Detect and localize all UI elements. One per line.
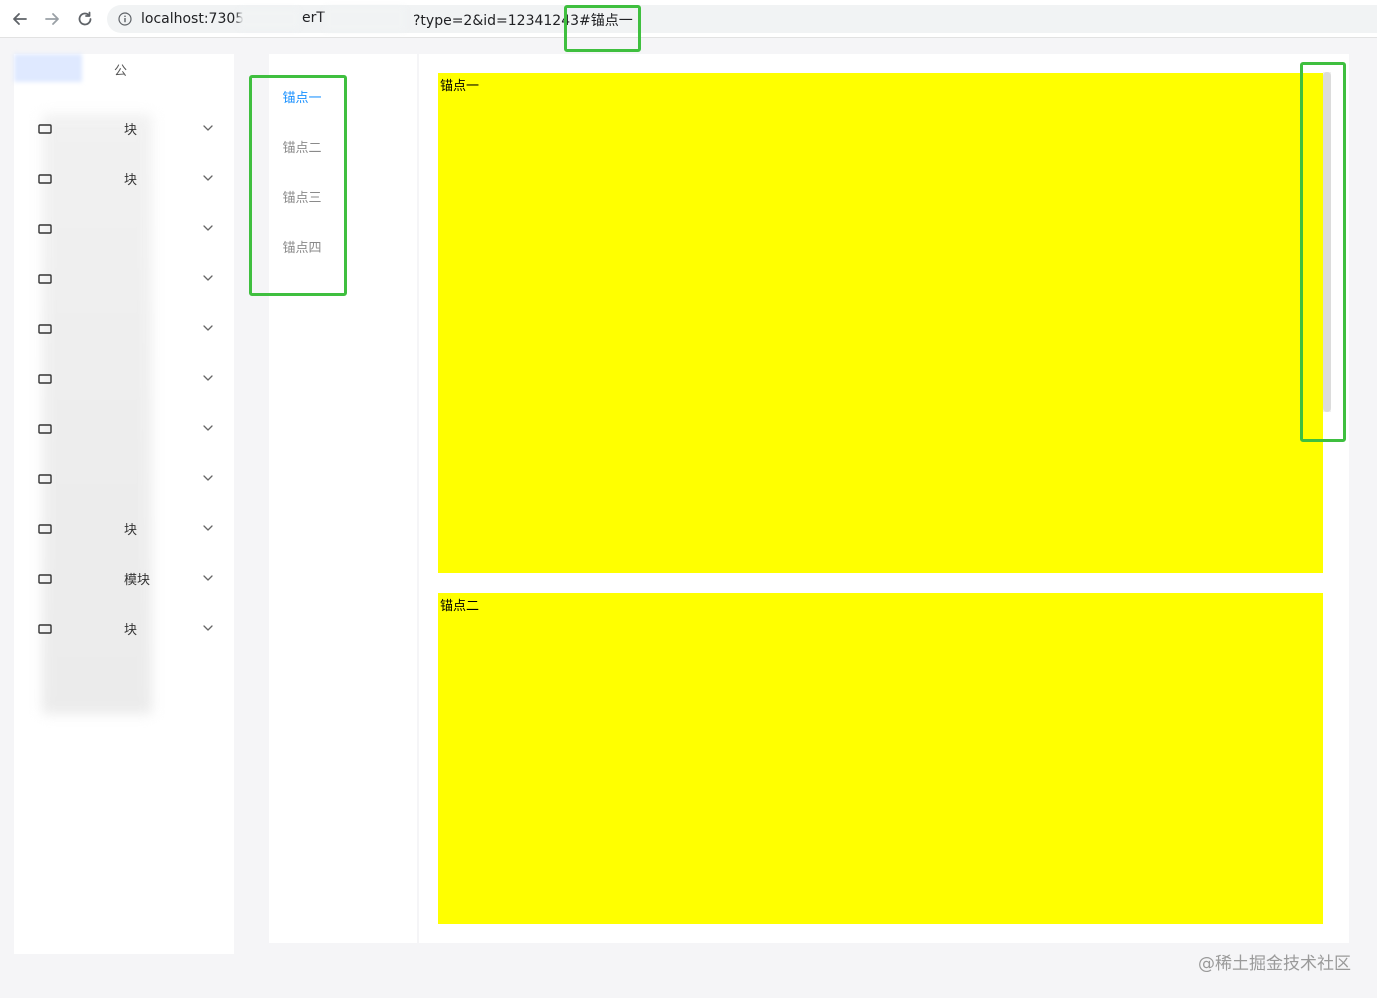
chevron-down-icon: [203, 325, 213, 331]
url-redaction: [325, 7, 405, 31]
chevron-down-icon: [203, 575, 213, 581]
chevron-down-icon: [203, 525, 213, 531]
app-sidebar: 公 块块块模块块: [14, 54, 234, 954]
sidebar-menu-label: 块: [124, 523, 138, 538]
url-host: localhost:7305: [141, 11, 245, 27]
menu-item-icon: [38, 124, 52, 134]
menu-item-icon: [38, 524, 52, 534]
anchor-link-1[interactable]: 锚点一: [269, 89, 335, 109]
url-query-and-hash: ?type=2&id=12341243#锚点一: [413, 10, 633, 30]
menu-item-icon: [38, 274, 52, 284]
url-path-fragment: erT: [302, 10, 325, 26]
menu-item-icon: [38, 574, 52, 584]
sidebar-active-highlight: [14, 54, 82, 82]
menu-item-icon: [38, 224, 52, 234]
sidebar-menu-item[interactable]: [14, 309, 234, 349]
chevron-down-icon: [203, 375, 213, 381]
chevron-down-icon: [203, 625, 213, 631]
watermark: @稀土掘金技术社区: [1198, 954, 1351, 974]
forward-arrow-icon: [45, 13, 59, 25]
sidebar-menu-label: 块: [124, 623, 138, 638]
back-button[interactable]: [8, 7, 32, 31]
sidebar-menu-item[interactable]: 块: [14, 109, 234, 149]
url-redaction: [239, 9, 299, 29]
sidebar-menu-item[interactable]: [14, 409, 234, 449]
chevron-down-icon: [203, 475, 213, 481]
scrollbar-thumb[interactable]: [1323, 72, 1331, 412]
menu-item-icon: [38, 474, 52, 484]
sidebar-top-label: 公: [114, 64, 128, 79]
sidebar-menu-item[interactable]: [14, 359, 234, 399]
sidebar-menu-item[interactable]: [14, 259, 234, 299]
sidebar-menu-item[interactable]: 块: [14, 509, 234, 549]
section-title: 锚点二: [440, 599, 480, 614]
chevron-down-icon: [203, 175, 213, 181]
section-title: 锚点一: [440, 79, 480, 94]
menu-item-icon: [38, 374, 52, 384]
anchor-link-2[interactable]: 锚点二: [269, 139, 335, 159]
sidebar-menu-item[interactable]: [14, 459, 234, 499]
sidebar-menu-label: 块: [124, 173, 138, 188]
anchor-section-2: 锚点二: [438, 593, 1323, 924]
address-bar[interactable]: localhost:7305 erT ?type=2&id=12341243#锚…: [107, 5, 1377, 33]
anchor-link-4[interactable]: 锚点四: [269, 239, 335, 259]
sidebar-top-item[interactable]: 公: [14, 54, 234, 88]
sidebar-menu-label: 块: [124, 123, 138, 138]
reload-button[interactable]: [73, 7, 97, 31]
url-hash: #锚点一: [579, 13, 633, 29]
url-query: ?type=2&id=12341243: [413, 13, 580, 29]
sidebar-menu-item[interactable]: 块: [14, 609, 234, 649]
sidebar-menu-label: 模块: [124, 573, 151, 588]
menu-item-icon: [38, 424, 52, 434]
anchor-link-3[interactable]: 锚点三: [269, 189, 335, 209]
sidebar-menu-item[interactable]: 模块: [14, 559, 234, 599]
sidebar-menu-item[interactable]: [14, 209, 234, 249]
browser-toolbar: localhost:7305 erT ?type=2&id=12341243#锚…: [0, 0, 1377, 38]
scrollbar-track[interactable]: [1323, 72, 1331, 412]
chevron-down-icon: [203, 275, 213, 281]
chevron-down-icon: [203, 425, 213, 431]
reload-icon: [78, 11, 92, 26]
anchor-nav-panel: 锚点一 锚点二 锚点三 锚点四: [269, 54, 417, 943]
chevron-down-icon: [203, 125, 213, 131]
menu-item-icon: [38, 324, 52, 334]
sidebar-menu-item[interactable]: 块: [14, 159, 234, 199]
content-panel: 锚点一 锚点二: [419, 54, 1349, 943]
menu-item-icon: [38, 624, 52, 634]
forward-button[interactable]: [40, 7, 64, 31]
info-icon[interactable]: [118, 12, 132, 26]
anchor-section-1: 锚点一: [438, 73, 1323, 573]
menu-item-icon: [38, 174, 52, 184]
chevron-down-icon: [203, 225, 213, 231]
back-arrow-icon: [13, 13, 27, 25]
